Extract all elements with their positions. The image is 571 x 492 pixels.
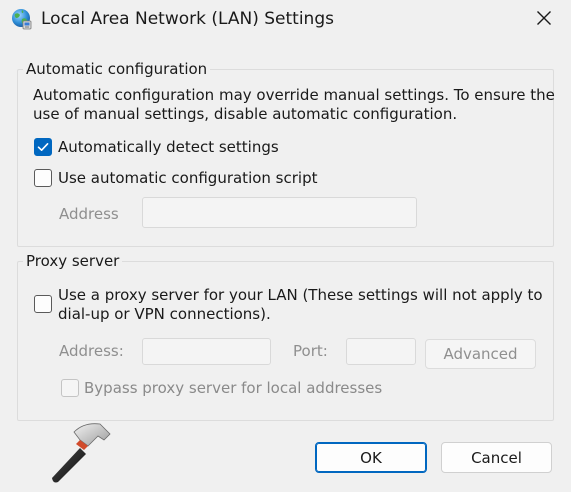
cancel-button[interactable]: Cancel: [441, 442, 552, 473]
window-title: Local Area Network (LAN) Settings: [41, 9, 334, 29]
auto-detect-label[interactable]: Automatically detect settings: [58, 138, 279, 157]
hammer-logo-icon: [44, 418, 114, 484]
use-proxy-label-line2[interactable]: dial-up or VPN connections).: [58, 305, 271, 324]
close-button[interactable]: [526, 4, 562, 36]
proxy-port-label: Port:: [293, 342, 328, 360]
proxy-address-input[interactable]: [142, 338, 271, 365]
proxy-address-label: Address:: [59, 342, 124, 360]
use-auto-config-script-checkbox[interactable]: [34, 169, 52, 187]
use-auto-config-script-label[interactable]: Use automatic configuration script: [58, 169, 317, 188]
automatic-configuration-legend: Automatic configuration: [23, 60, 211, 78]
ok-button[interactable]: OK: [315, 442, 427, 473]
use-proxy-label-line1[interactable]: Use a proxy server for your LAN (These s…: [58, 286, 543, 305]
checkmark-icon: [37, 143, 49, 151]
globe-network-icon: [10, 7, 34, 31]
bypass-local-checkbox[interactable]: [61, 379, 79, 397]
proxy-server-legend: Proxy server: [23, 252, 123, 270]
auto-config-description-line1: Automatic configuration may override man…: [33, 86, 555, 104]
advanced-button[interactable]: Advanced: [425, 339, 536, 369]
auto-detect-checkbox[interactable]: [34, 138, 52, 156]
use-proxy-checkbox[interactable]: [34, 295, 52, 313]
lan-settings-dialog: Local Area Network (LAN) Settings Automa…: [0, 0, 571, 492]
close-icon: [536, 10, 552, 30]
bypass-local-label[interactable]: Bypass proxy server for local addresses: [84, 379, 382, 398]
proxy-port-input[interactable]: [346, 338, 416, 365]
script-address-label: Address: [59, 205, 119, 223]
auto-config-description-line2: use of manual settings, disable automati…: [33, 105, 458, 123]
title-bar: Local Area Network (LAN) Settings: [0, 0, 571, 40]
script-address-input[interactable]: [142, 197, 417, 228]
